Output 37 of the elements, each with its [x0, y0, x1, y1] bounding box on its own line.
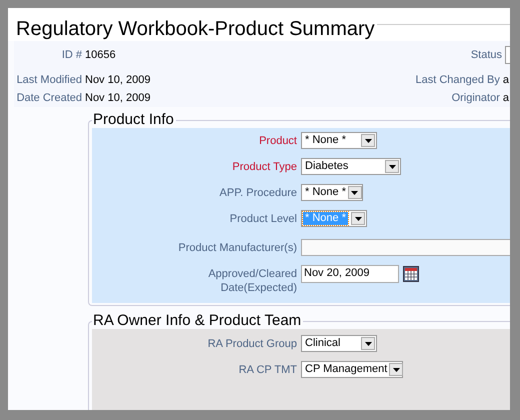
section-title: Product Info: [92, 112, 175, 128]
dropdown[interactable]: Clinical: [301, 335, 377, 352]
caret-icon: [385, 160, 399, 173]
dropdown[interactable]: Diabetes: [301, 158, 401, 175]
field-label: Approved/Cleared Date(Expected): [207, 267, 297, 295]
field-value: 10656: [85, 49, 116, 62]
input-field[interactable]: [301, 239, 510, 256]
field-label: Product Manufacturer(s): [177, 241, 297, 255]
caret-icon: [361, 337, 375, 350]
field-label: Originator: [452, 92, 500, 104]
calendar-icon[interactable]: [403, 266, 419, 282]
dropdown[interactable]: CP Management: [301, 361, 403, 378]
field-value: Nov 10, 2009: [85, 92, 150, 104]
caret-icon: [348, 186, 362, 199]
field-label: Last Modified: [16, 74, 82, 86]
caret-icon: [351, 212, 365, 225]
caret-icon: [389, 363, 404, 376]
dropdown[interactable]: * None *: [301, 132, 377, 149]
field-label: ID #: [60, 49, 82, 62]
date-field[interactable]: Nov 20, 2009: [301, 265, 399, 283]
section-title: RA Owner Info & Product Team: [92, 313, 302, 329]
field-label: Last Changed By: [415, 74, 500, 86]
field-label: APP. Procedure: [218, 186, 297, 200]
field-label: Product: [258, 134, 297, 148]
field-value: Nov 10, 2009: [85, 74, 150, 86]
field-value: a: [502, 74, 510, 86]
field-label: Date Created: [16, 92, 82, 104]
field-label: Status: [470, 49, 502, 62]
field-label: Product Type: [231, 160, 297, 174]
dropdown[interactable]: * None *: [301, 184, 363, 201]
status-dropdown[interactable]: [505, 46, 510, 64]
field-value: a: [502, 92, 510, 104]
page-title: Regulatory Workbook-Product Summary: [16, 17, 375, 41]
caret-icon: [361, 134, 375, 147]
field-label: RA Product Group: [206, 337, 297, 351]
field-label: Product Level: [228, 212, 297, 226]
field-label: RA CP TMT: [238, 363, 297, 377]
